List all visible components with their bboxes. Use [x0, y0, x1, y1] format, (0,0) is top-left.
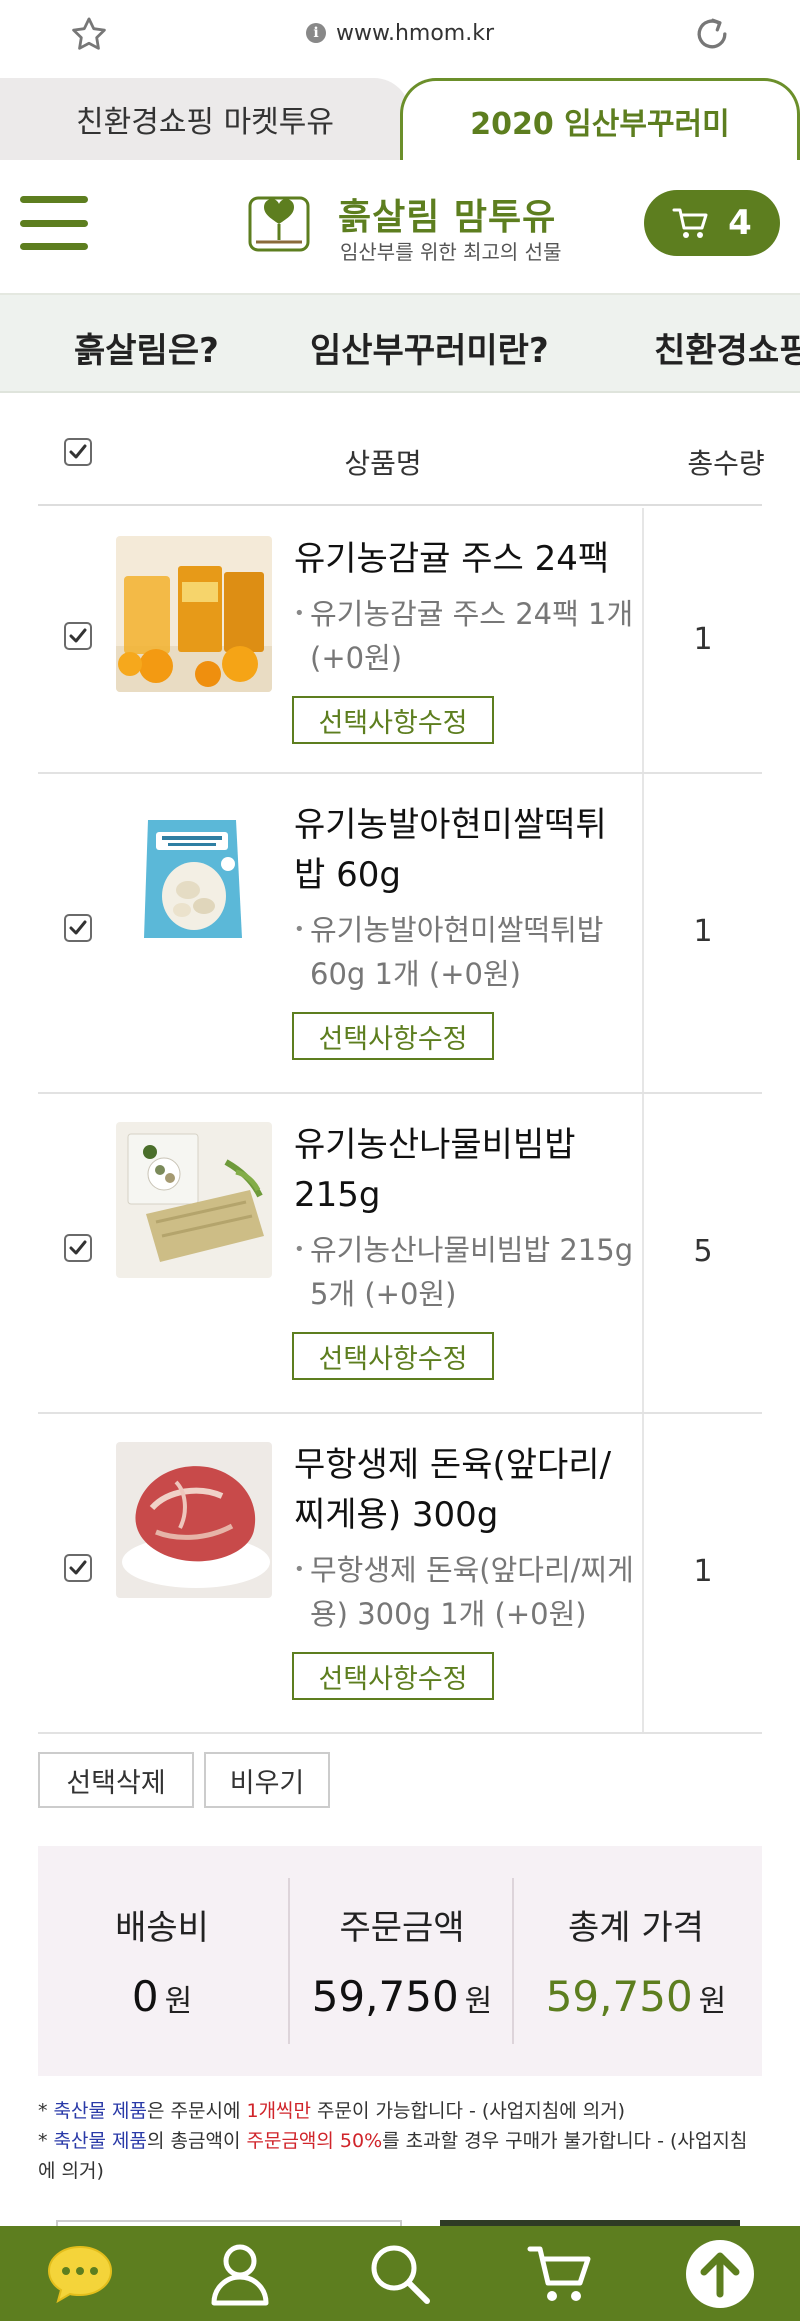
shipping-label: 배송비	[115, 1908, 209, 1948]
bottom-nav	[0, 2226, 800, 2321]
total-price-label: 총계 가격	[568, 1908, 704, 1948]
column-product-name: 상품명	[344, 447, 422, 480]
edit-options-button[interactable]: 선택사항수정	[292, 696, 494, 744]
nav-eco-shopping[interactable]: 친환경쇼핑	[654, 323, 800, 372]
product-name[interactable]: 유기농감귤 주스 24팩	[294, 534, 634, 584]
cart-item-row: 유기농감귤 주스 24팩 유기농감귤 주스 24팩 1개 (+0원) 선택사항수…	[38, 508, 762, 774]
logo-title: 흙살림 맘투유	[338, 196, 557, 238]
cart-count: 4	[728, 203, 752, 243]
order-amount-value: 59,750 원	[311, 1972, 493, 2021]
cart-item-row: 무항생제 돈육(앞다리/찌게용) 300g 무항생제 돈육(앞다리/찌게용) 3…	[38, 1414, 762, 1734]
pork-product-image[interactable]	[116, 1442, 272, 1598]
rice-snack-product-image[interactable]	[116, 802, 272, 958]
hamburger-menu-icon[interactable]	[20, 196, 88, 250]
item-quantity: 1	[693, 914, 713, 949]
scroll-top-icon[interactable]	[682, 2236, 758, 2312]
item-quantity: 1	[693, 1554, 713, 1589]
total-price-value: 59,750 원	[545, 1972, 727, 2021]
product-name[interactable]: 유기농산나물비빔밥 215g	[294, 1120, 634, 1220]
product-name[interactable]: 무항생제 돈육(앞다리/찌게용) 300g	[294, 1440, 634, 1540]
juice-product-image[interactable]	[116, 536, 272, 692]
product-option: 유기농감귤 주스 24팩 1개 (+0원)	[294, 592, 634, 680]
product-option: 무항생제 돈육(앞다리/찌게용) 300g 1개 (+0원)	[294, 1548, 634, 1636]
search-icon[interactable]	[362, 2236, 438, 2312]
empty-cart-button[interactable]: 비우기	[204, 1752, 330, 1808]
item-checkbox[interactable]	[64, 1234, 92, 1262]
logo-subtitle: 임산부를 위한 최고의 선물	[340, 240, 562, 264]
order-amount-summary: 주문금액 59,750 원	[290, 1846, 514, 2076]
nav-package-info[interactable]: 임산부꾸러미란?	[310, 323, 549, 372]
edit-options-button[interactable]: 선택사항수정	[292, 1332, 494, 1380]
total-price-summary: 총계 가격 59,750 원	[524, 1846, 748, 2076]
nav-about[interactable]: 흙살림은?	[74, 323, 219, 372]
shipping-summary: 배송비 0원	[50, 1846, 274, 2076]
item-checkbox[interactable]	[64, 914, 92, 942]
summary-divider	[512, 1878, 514, 2044]
item-checkbox[interactable]	[64, 622, 92, 650]
user-icon[interactable]	[202, 2236, 278, 2312]
site-switch-tabs: 친환경쇼핑 마켓투유 2020 임산부꾸러미	[0, 78, 800, 160]
edit-options-button[interactable]: 선택사항수정	[292, 1652, 494, 1700]
address-bar[interactable]: i www.hmom.kr	[0, 0, 800, 66]
order-summary: 배송비 0원 주문금액 59,750 원 총계 가격 59,750 원	[38, 1846, 762, 2076]
cart-button[interactable]: 4	[644, 190, 780, 256]
product-name[interactable]: 유기농발아현미쌀떡튀밥 60g	[294, 800, 634, 900]
tab-market-to-you[interactable]: 친환경쇼핑 마켓투유	[0, 78, 410, 160]
notice-livestock-quantity: * 축산물 제품은 주문시에 1개씩만 주문이 가능합니다 - (사업지침에 의…	[38, 2100, 626, 2122]
product-option: 유기농산나물비빔밥 215g 5개 (+0원)	[294, 1228, 634, 1316]
notice-livestock-ratio: * 축산물 제품의 총금액이 주문금액의 50%를 초과할 경우 구매가 불가합…	[38, 2130, 748, 2182]
site-logo[interactable]: 흙살림 맘투유 임산부를 위한 최고의 선물	[248, 188, 568, 268]
cart-item-row: 유기농발아현미쌀떡튀밥 60g 유기농발아현미쌀떡튀밥 60g 1개 (+0원)…	[38, 774, 762, 1094]
cart-items: 유기농감귤 주스 24팩 유기농감귤 주스 24팩 1개 (+0원) 선택사항수…	[38, 508, 762, 1734]
item-quantity: 5	[693, 1234, 713, 1269]
chat-icon[interactable]	[42, 2236, 118, 2312]
shipping-value: 0원	[131, 1972, 193, 2021]
cart-icon[interactable]	[522, 2236, 598, 2312]
heart-sprout-logo-icon	[248, 196, 310, 252]
delete-selected-button[interactable]: 선택삭제	[38, 1752, 194, 1808]
tab-pregnancy-package[interactable]: 2020 임산부꾸러미	[400, 78, 800, 160]
reload-icon[interactable]	[690, 12, 734, 56]
main-nav: 흙살림은? 임산부꾸러미란? 친환경쇼핑	[0, 295, 800, 393]
item-checkbox[interactable]	[64, 1554, 92, 1582]
cart-table-header: 상품명 총수량	[38, 428, 765, 506]
order-amount-label: 주문금액	[339, 1908, 465, 1948]
site-info-icon[interactable]: i	[306, 23, 326, 43]
column-total-qty: 총수량	[687, 447, 765, 480]
edit-options-button[interactable]: 선택사항수정	[292, 1012, 494, 1060]
item-quantity: 1	[693, 622, 713, 657]
bibimbap-product-image[interactable]	[116, 1122, 272, 1278]
site-header: 흙살림 맘투유 임산부를 위한 최고의 선물 4	[0, 160, 800, 295]
cart-item-row: 유기농산나물비빔밥 215g 유기농산나물비빔밥 215g 5개 (+0원) 선…	[38, 1094, 762, 1414]
cart-icon	[672, 208, 708, 238]
url-text: www.hmom.kr	[336, 20, 494, 46]
browser-toolbar: i www.hmom.kr	[0, 0, 800, 72]
product-option: 유기농발아현미쌀떡튀밥 60g 1개 (+0원)	[294, 908, 634, 996]
